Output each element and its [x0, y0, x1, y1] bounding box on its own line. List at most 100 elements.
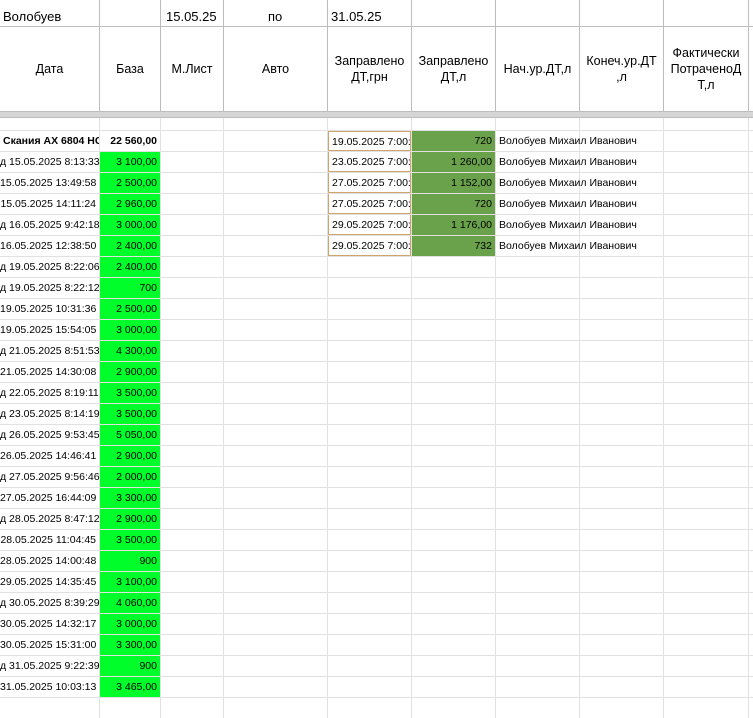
base-row: 21.05.2025 14:30:08 2 900,00 [0, 362, 753, 383]
base-amount-cell[interactable]: 5 050,00 [100, 425, 160, 445]
header-fueled-liters[interactable]: Заправлено ДТ,л [412, 27, 495, 111]
fuel-date-cell[interactable]: 29.05.2025 7:00:00 [328, 215, 411, 235]
date-cell[interactable]: 28.05.2025 11:04:45 [0, 530, 99, 551]
base-amount-cell[interactable]: 3 300,00 [100, 488, 160, 508]
fuel-date-cell[interactable]: 27.05.2025 7:00:00 [328, 173, 411, 193]
base-row: 29.05.2025 14:35:45 3 100,00 [0, 572, 753, 593]
base-amount-cell[interactable]: 900 [100, 551, 160, 571]
fuel-liters-cell[interactable]: 1 152,00 [412, 173, 495, 193]
base-amount-cell[interactable]: 4 300,00 [100, 341, 160, 361]
base-amount-cell[interactable]: 4 060,00 [100, 593, 160, 613]
driver-cell[interactable]: Волобуев Михаил Иванович [499, 173, 637, 194]
header-column-border [748, 0, 749, 111]
to-label[interactable]: по [268, 9, 282, 24]
fuel-date-cell[interactable]: 23.05.2025 7:00:00 [328, 152, 411, 172]
base-row: д 27.05.2025 9:56:46 2 000,00 [0, 467, 753, 488]
date-cell[interactable]: д 21.05.2025 8:51:53 [0, 341, 99, 362]
base-amount-cell[interactable]: 2 000,00 [100, 467, 160, 487]
fuel-date-cell[interactable]: 27.05.2025 7:00:00 [328, 194, 411, 214]
date-cell[interactable]: 30.05.2025 15:31:00 [0, 635, 99, 656]
base-row: 19.05.2025 10:31:36 2 500,00 [0, 299, 753, 320]
frozen-pane-divider [0, 111, 753, 118]
base-row: д 30.05.2025 8:39:29 4 060,00 [0, 593, 753, 614]
fuel-liters-cell[interactable]: 720 [412, 194, 495, 214]
base-row: д 19.05.2025 8:22:06 2 400,00 [0, 257, 753, 278]
header-fueled-uah[interactable]: Заправлено ДТ,грн [328, 27, 411, 111]
fuel-row: 29.05.2025 7:00:00732Волобуев Михаил Ива… [0, 236, 753, 257]
header-actual-used[interactable]: Фактически ПотраченоД Т,л [664, 27, 748, 111]
base-row: д 21.05.2025 8:51:53 4 300,00 [0, 341, 753, 362]
date-cell[interactable]: 31.05.2025 10:03:13 [0, 677, 99, 698]
fuel-row: 27.05.2025 7:00:00720Волобуев Михаил Ива… [0, 194, 753, 215]
base-amount-cell[interactable]: 3 500,00 [100, 383, 160, 403]
date-cell[interactable]: 30.05.2025 14:32:17 [0, 614, 99, 635]
header-auto[interactable]: Авто [224, 27, 327, 111]
base-amount-cell[interactable]: 700 [100, 278, 160, 298]
base-row: д 26.05.2025 9:53:45 5 050,00 [0, 425, 753, 446]
base-row: д 22.05.2025 8:19:11 3 500,00 [0, 383, 753, 404]
driver-cell[interactable]: Волобуев Михаил Иванович [499, 131, 637, 152]
date-cell[interactable]: д 23.05.2025 8:14:19 [0, 404, 99, 425]
base-row: д 28.05.2025 8:47:12 2 900,00 [0, 509, 753, 530]
date-cell[interactable]: д 26.05.2025 9:53:45 [0, 425, 99, 446]
base-amount-cell[interactable]: 2 900,00 [100, 509, 160, 529]
fuel-row: 27.05.2025 7:00:001 152,00Волобуев Михаи… [0, 173, 753, 194]
base-amount-cell[interactable]: 2 500,00 [100, 299, 160, 319]
fuel-liters-cell[interactable]: 1 260,00 [412, 152, 495, 172]
driver-cell[interactable]: Волобуев Михаил Иванович [499, 194, 637, 215]
date-cell[interactable]: д 22.05.2025 8:19:11 [0, 383, 99, 404]
fuel-liters-cell[interactable]: 732 [412, 236, 495, 256]
header-end-level[interactable]: Конеч.ур.ДТ ,л [580, 27, 663, 111]
date-cell[interactable]: 19.05.2025 10:31:36 [0, 299, 99, 320]
base-amount-cell[interactable]: 3 500,00 [100, 530, 160, 550]
base-amount-cell[interactable]: 2 400,00 [100, 257, 160, 277]
base-row: 26.05.2025 14:46:41 2 900,00 [0, 446, 753, 467]
base-row: 28.05.2025 11:04:45 3 500,00 [0, 530, 753, 551]
date-to[interactable]: 31.05.25 [331, 9, 382, 24]
base-amount-cell[interactable]: 3 000,00 [100, 320, 160, 340]
fuel-row: 23.05.2025 7:00:001 260,00Волобуев Михаи… [0, 152, 753, 173]
base-row: д 23.05.2025 8:14:19 3 500,00 [0, 404, 753, 425]
header-start-level[interactable]: Нач.ур.ДТ,л [496, 27, 579, 111]
fuel-liters-cell[interactable]: 720 [412, 131, 495, 151]
date-cell[interactable]: д 19.05.2025 8:22:12 [0, 278, 99, 299]
fuel-liters-cell[interactable]: 1 176,00 [412, 215, 495, 235]
fuel-date-cell[interactable]: 29.05.2025 7:00:00 [328, 236, 411, 256]
date-cell[interactable]: 29.05.2025 14:35:45 [0, 572, 99, 593]
base-amount-cell[interactable]: 3 100,00 [100, 572, 160, 592]
base-row: 31.05.2025 10:03:13 3 465,00 [0, 677, 753, 698]
date-cell[interactable]: 19.05.2025 15:54:05 [0, 320, 99, 341]
date-cell[interactable]: 26.05.2025 14:46:41 [0, 446, 99, 467]
date-cell[interactable]: д 27.05.2025 9:56:46 [0, 467, 99, 488]
base-row: 28.05.2025 14:00:48 900 [0, 551, 753, 572]
date-cell[interactable]: 28.05.2025 14:00:48 [0, 551, 99, 572]
fuel-row: 19.05.2025 7:00:00720Волобуев Михаил Ива… [0, 131, 753, 152]
base-amount-cell[interactable]: 2 900,00 [100, 362, 160, 382]
date-from[interactable]: 15.05.25 [166, 9, 217, 24]
base-amount-cell[interactable]: 900 [100, 656, 160, 676]
base-row: 27.05.2025 16:44:09 3 300,00 [0, 488, 753, 509]
date-cell[interactable]: д 28.05.2025 8:47:12 [0, 509, 99, 530]
header-m-list[interactable]: М.Лист [161, 27, 223, 111]
header-date[interactable]: Дата [0, 27, 99, 111]
date-cell[interactable]: 27.05.2025 16:44:09 [0, 488, 99, 509]
date-cell[interactable]: д 30.05.2025 8:39:29 [0, 593, 99, 614]
base-row: 19.05.2025 15:54:05 3 000,00 [0, 320, 753, 341]
header-base[interactable]: База [100, 27, 160, 111]
driver-cell[interactable]: Волобуев Михаил Иванович [499, 152, 637, 173]
date-cell[interactable]: д 31.05.2025 9:22:39 [0, 656, 99, 677]
driver-cell[interactable]: Волобуев Михаил Иванович [499, 215, 637, 236]
base-amount-cell[interactable]: 3 300,00 [100, 635, 160, 655]
driver-cell[interactable]: Волобуев Михаил Иванович [499, 236, 637, 257]
base-amount-cell[interactable]: 3 000,00 [100, 614, 160, 634]
base-amount-cell[interactable]: 3 500,00 [100, 404, 160, 424]
base-amount-cell[interactable]: 2 900,00 [100, 446, 160, 466]
date-cell[interactable]: 21.05.2025 14:30:08 [0, 362, 99, 383]
fuel-row: 29.05.2025 7:00:001 176,00Волобуев Михаи… [0, 215, 753, 236]
base-row: д 31.05.2025 9:22:39 900 [0, 656, 753, 677]
base-amount-cell[interactable]: 3 465,00 [100, 677, 160, 697]
date-cell[interactable]: д 19.05.2025 8:22:06 [0, 257, 99, 278]
fuel-date-cell[interactable]: 19.05.2025 7:00:00 [328, 131, 411, 151]
base-row: д 19.05.2025 8:22:12 700 [0, 278, 753, 299]
driver-name[interactable]: Волобуев [3, 9, 61, 24]
